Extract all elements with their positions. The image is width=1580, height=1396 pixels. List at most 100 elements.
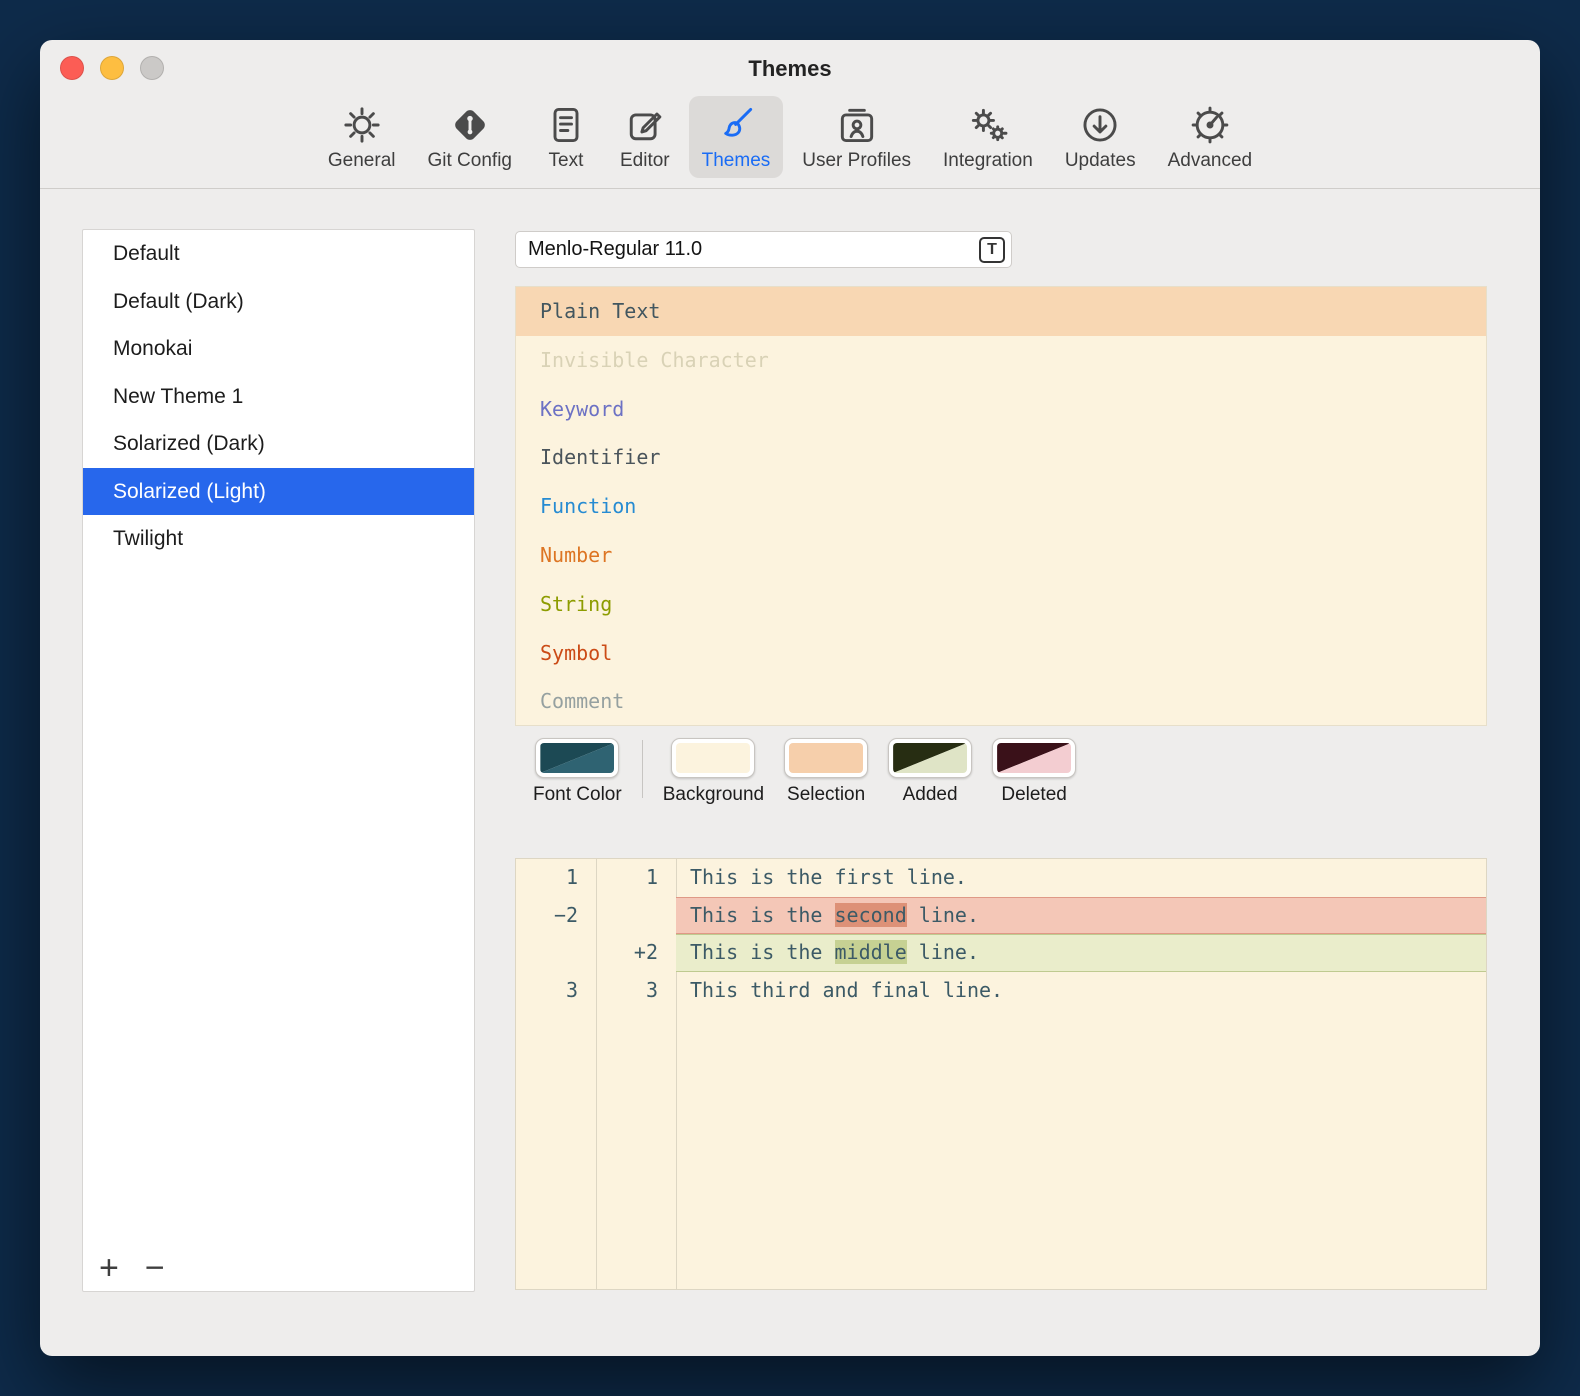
tab-updates[interactable]: Updates bbox=[1052, 96, 1149, 178]
list-actions: + − bbox=[99, 1245, 165, 1291]
tab-themes[interactable]: Themes bbox=[689, 96, 784, 178]
theme-item-solarized-dark[interactable]: Solarized (Dark) bbox=[83, 420, 474, 468]
diff-line-text: This is the second line. bbox=[676, 897, 1486, 935]
new-line-number: +2 bbox=[596, 934, 676, 972]
font-color-swatch[interactable] bbox=[535, 738, 619, 778]
tab-label: Text bbox=[549, 150, 584, 172]
diff-line-added: +2 This is the middle line. bbox=[516, 934, 1486, 972]
themes-pane: Default Default (Dark) Monokai New Theme… bbox=[40, 189, 1540, 1347]
tab-label: Integration bbox=[943, 150, 1033, 172]
new-line-number bbox=[596, 897, 676, 935]
background-color-swatch[interactable] bbox=[671, 738, 755, 778]
diff-line-text: This is the first line. bbox=[676, 859, 1486, 897]
swatch-label: Added bbox=[903, 784, 958, 806]
close-button[interactable] bbox=[60, 56, 84, 80]
deleted-color-swatch[interactable] bbox=[992, 738, 1076, 778]
git-icon bbox=[448, 103, 492, 147]
token-label: Number bbox=[540, 543, 612, 567]
tab-advanced[interactable]: Advanced bbox=[1155, 96, 1266, 178]
font-picker-button[interactable]: T bbox=[979, 237, 1005, 263]
swatch-label: Background bbox=[663, 784, 764, 806]
selection-color-swatch[interactable] bbox=[784, 738, 868, 778]
added-color-group: Added bbox=[878, 738, 982, 806]
theme-item-default[interactable]: Default bbox=[83, 230, 474, 278]
editor-pencil-icon bbox=[623, 103, 667, 147]
minimize-button[interactable] bbox=[100, 56, 124, 80]
tab-integration[interactable]: Integration bbox=[930, 96, 1046, 178]
token-row-number[interactable]: Number bbox=[516, 531, 1486, 580]
token-label: Function bbox=[540, 494, 636, 518]
tab-label: Editor bbox=[620, 150, 670, 172]
added-color-swatch[interactable] bbox=[888, 738, 972, 778]
token-label: Comment bbox=[540, 689, 624, 713]
tab-label: Updates bbox=[1065, 150, 1136, 172]
new-line-number: 1 bbox=[596, 859, 676, 897]
old-line-number: 1 bbox=[516, 859, 596, 897]
tab-user-profiles[interactable]: User Profiles bbox=[789, 96, 924, 178]
new-line-number: 3 bbox=[596, 972, 676, 1010]
tab-git-config[interactable]: Git Config bbox=[415, 96, 525, 178]
token-row-string[interactable]: String bbox=[516, 580, 1486, 629]
deleted-color-group: Deleted bbox=[982, 738, 1086, 806]
tab-general[interactable]: General bbox=[315, 96, 409, 178]
diff-line-context: 1 1 This is the first line. bbox=[516, 859, 1486, 897]
tab-label: General bbox=[328, 150, 396, 172]
theme-item-twilight[interactable]: Twilight bbox=[83, 515, 474, 563]
token-color-preview: Plain Text Invisible Character Keyword I… bbox=[515, 286, 1487, 726]
theme-item-solarized-light[interactable]: Solarized (Light) bbox=[83, 468, 474, 516]
add-theme-button[interactable]: + bbox=[99, 1245, 119, 1291]
zoom-button[interactable] bbox=[140, 56, 164, 80]
preferences-toolbar: General Git Config Text Editor bbox=[40, 94, 1540, 189]
old-line-number bbox=[516, 934, 596, 972]
tab-label: Advanced bbox=[1168, 150, 1253, 172]
diff-line-text: This is the middle line. bbox=[676, 934, 1486, 972]
token-label: Plain Text bbox=[540, 299, 660, 323]
paintbrush-icon bbox=[714, 103, 758, 147]
old-line-number: 3 bbox=[516, 972, 596, 1010]
diff-line-text: This third and final line. bbox=[676, 972, 1486, 1010]
token-row-identifier[interactable]: Identifier bbox=[516, 433, 1486, 482]
token-row-plain-text[interactable]: Plain Text bbox=[516, 287, 1486, 336]
selection-color-group: Selection bbox=[774, 738, 878, 806]
tab-editor[interactable]: Editor bbox=[607, 96, 683, 178]
background-color-group: Background bbox=[653, 738, 774, 806]
font-color-group: Font Color bbox=[523, 738, 632, 806]
deleted-word-highlight: second bbox=[835, 903, 907, 927]
tab-text[interactable]: Text bbox=[531, 96, 601, 178]
theme-item-monokai[interactable]: Monokai bbox=[83, 325, 474, 373]
token-row-keyword[interactable]: Keyword bbox=[516, 385, 1486, 434]
diff-line-context: 3 3 This third and final line. bbox=[516, 972, 1486, 1010]
traffic-lights bbox=[60, 56, 164, 80]
theme-item-new-theme-1[interactable]: New Theme 1 bbox=[83, 373, 474, 421]
token-label: String bbox=[540, 592, 612, 616]
window-title: Themes bbox=[40, 40, 1540, 82]
token-label: Identifier bbox=[540, 445, 660, 469]
user-card-icon bbox=[835, 103, 879, 147]
swatch-divider bbox=[642, 740, 643, 798]
diff-line-deleted: −2 This is the second line. bbox=[516, 897, 1486, 935]
preferences-window: Themes General Git Config Text bbox=[40, 40, 1540, 1356]
token-row-comment[interactable]: Comment bbox=[516, 677, 1486, 726]
gear-icon bbox=[340, 103, 384, 147]
titlebar: Themes bbox=[40, 40, 1540, 94]
font-field[interactable]: Menlo-Regular 11.0 T bbox=[515, 231, 1012, 268]
text-document-icon bbox=[544, 103, 588, 147]
cog-dial-icon bbox=[1188, 103, 1232, 147]
gears-icon bbox=[966, 103, 1010, 147]
font-name-value: Menlo-Regular 11.0 bbox=[516, 232, 1011, 267]
added-word-highlight: middle bbox=[835, 940, 907, 964]
token-row-function[interactable]: Function bbox=[516, 482, 1486, 531]
remove-theme-button[interactable]: − bbox=[145, 1245, 165, 1291]
diff-preview: 1 1 This is the first line. −2 This is t… bbox=[515, 858, 1487, 1290]
token-label: Keyword bbox=[540, 397, 624, 421]
tab-label: Git Config bbox=[428, 150, 512, 172]
tab-label: Themes bbox=[702, 150, 771, 172]
token-row-invisible-character[interactable]: Invisible Character bbox=[516, 336, 1486, 385]
swatch-label: Deleted bbox=[1001, 784, 1067, 806]
theme-detail-panel: Menlo-Regular 11.0 T Plain Text Invisibl… bbox=[515, 231, 1487, 1290]
token-row-symbol[interactable]: Symbol bbox=[516, 629, 1486, 678]
swatch-label: Font Color bbox=[533, 784, 622, 806]
token-label: Invisible Character bbox=[540, 348, 769, 372]
old-line-number: −2 bbox=[516, 897, 596, 935]
theme-item-default-dark[interactable]: Default (Dark) bbox=[83, 278, 474, 326]
